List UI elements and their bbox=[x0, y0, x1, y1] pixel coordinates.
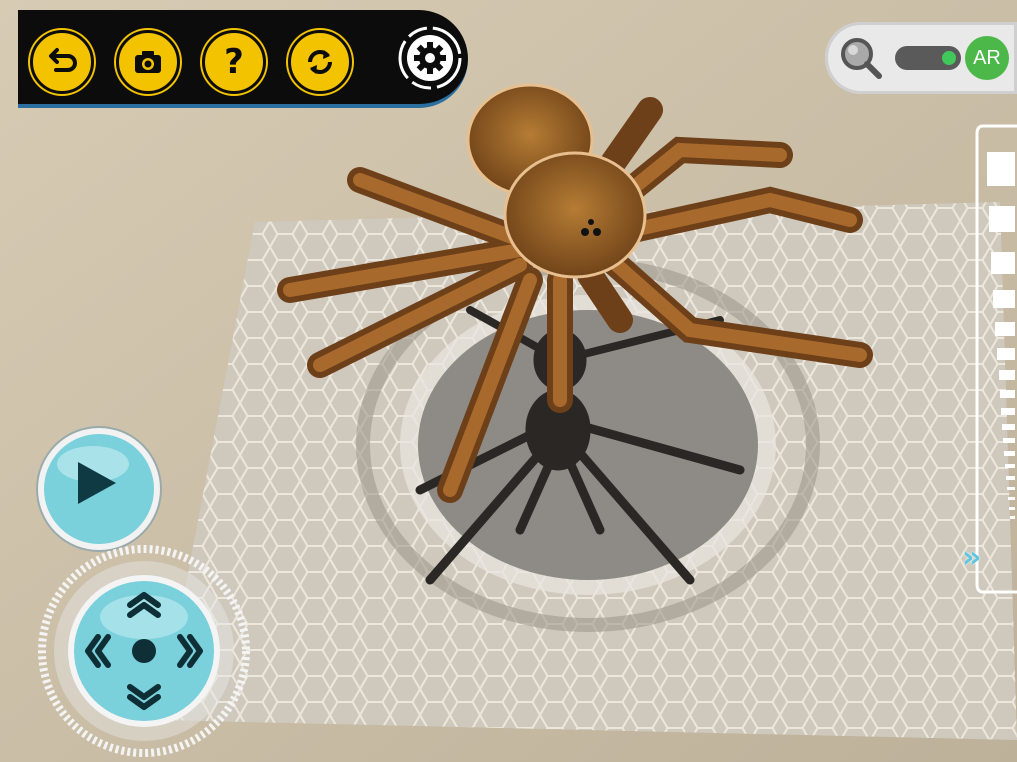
magnifier-icon bbox=[841, 38, 882, 79]
center-dot-icon[interactable] bbox=[132, 639, 156, 663]
refresh-button[interactable] bbox=[288, 30, 352, 94]
play-icon bbox=[57, 446, 129, 504]
ar-mode-button[interactable]: AR bbox=[965, 36, 1009, 80]
play-button[interactable] bbox=[38, 428, 160, 550]
size-scale-slider[interactable] bbox=[975, 124, 1017, 594]
camera-icon bbox=[135, 51, 161, 73]
question-icon: ? bbox=[224, 42, 244, 82]
ar-switch[interactable] bbox=[895, 46, 961, 70]
refresh-icon bbox=[308, 50, 332, 74]
back-button[interactable] bbox=[30, 30, 94, 94]
switch-on-indicator bbox=[942, 51, 956, 65]
back-arrow-icon bbox=[49, 48, 77, 72]
ar-toggle-panel: AR bbox=[825, 22, 1017, 94]
settings-button[interactable] bbox=[396, 24, 464, 92]
direction-pad[interactable] bbox=[38, 545, 250, 757]
toolbar: ? bbox=[18, 10, 468, 108]
camera-button[interactable] bbox=[116, 30, 180, 94]
help-button[interactable]: ? bbox=[202, 30, 266, 94]
expand-panel-button[interactable]: » bbox=[962, 540, 996, 580]
gear-icon bbox=[398, 26, 462, 90]
double-chevron-right-icon: » bbox=[962, 540, 982, 575]
